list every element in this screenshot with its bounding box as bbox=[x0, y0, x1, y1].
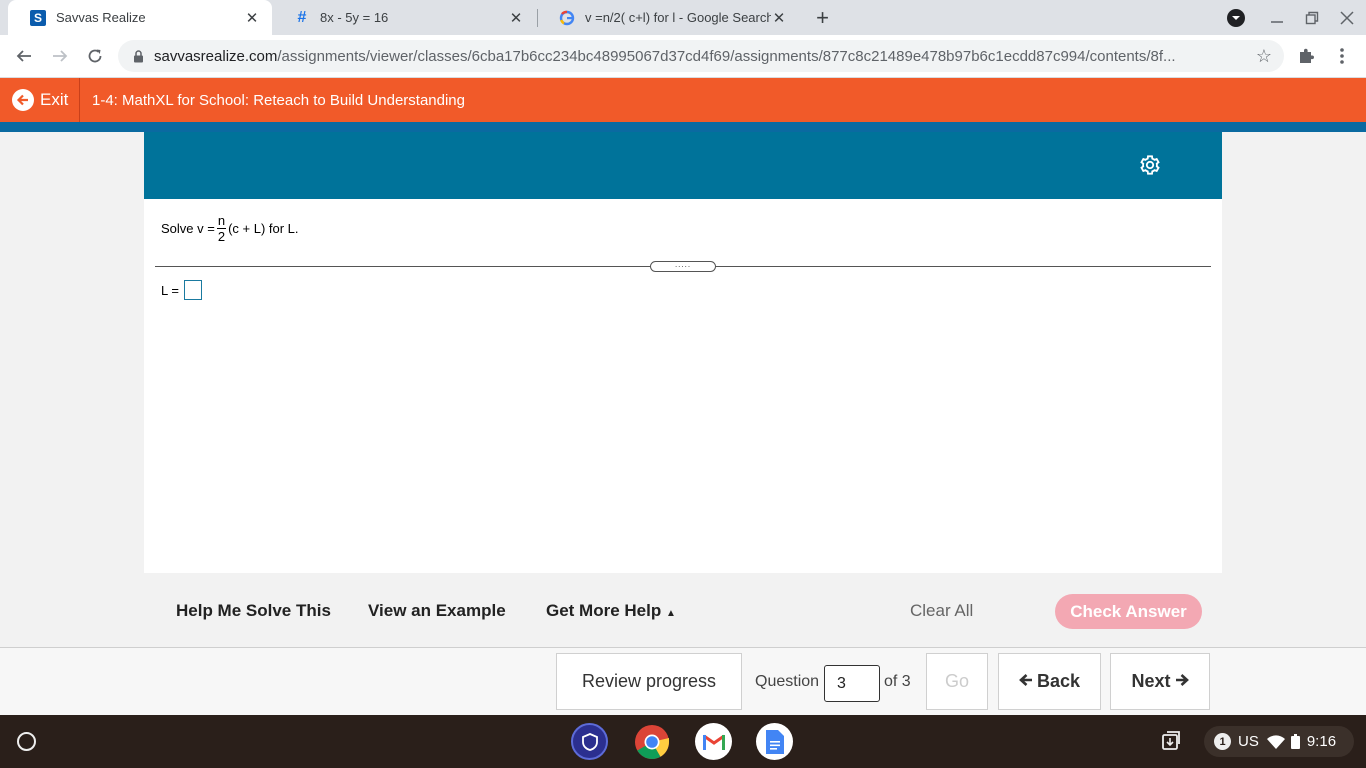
question-prefix: Solve v = bbox=[161, 221, 215, 236]
notification-count-badge: 1 bbox=[1214, 733, 1231, 750]
exit-arrow-icon bbox=[12, 89, 34, 111]
minimize-window-icon[interactable] bbox=[1260, 0, 1294, 35]
question-total-label: of 3 bbox=[884, 673, 911, 690]
browser-menu-kebab-icon[interactable] bbox=[1328, 42, 1356, 70]
os-shelf: 1 US 9:16 bbox=[0, 715, 1366, 768]
question-content: Solve v = n 2 (c + L) for L. ..... L = bbox=[144, 199, 1222, 573]
help-toolbar: Help Me Solve This View an Example Get M… bbox=[144, 573, 1222, 647]
tab-close-icon[interactable]: ✕ bbox=[244, 10, 260, 27]
answer-row: L = bbox=[161, 280, 202, 300]
question-text: Solve v = n 2 (c + L) for L. bbox=[161, 213, 299, 244]
header-accent-strip bbox=[0, 122, 1366, 132]
url-path: /assignments/viewer/classes/6cba17b6cc23… bbox=[277, 47, 1176, 65]
chrome-app-icon[interactable] bbox=[633, 723, 670, 760]
browser-tab-strip: S Savvas Realize ✕ # 8x - 5y = 16 ✕ v =n… bbox=[0, 0, 1366, 35]
tab-title: v =n/2( c+l) for l - Google Search bbox=[585, 10, 771, 25]
wifi-icon bbox=[1266, 734, 1285, 749]
profile-menu-icon[interactable] bbox=[1219, 0, 1253, 35]
answer-label: L = bbox=[161, 282, 179, 298]
next-button[interactable]: Next bbox=[1110, 653, 1210, 710]
back-label: Back bbox=[1036, 671, 1081, 691]
exit-button[interactable]: Exit bbox=[0, 78, 80, 122]
tab-savvas-realize[interactable]: S Savvas Realize ✕ bbox=[8, 0, 272, 35]
assignment-header-bar: Exit 1-4: MathXL for School: Reteach to … bbox=[0, 78, 1366, 122]
restore-window-icon[interactable] bbox=[1295, 0, 1329, 35]
get-more-help-button[interactable]: Get More Help ▲ bbox=[546, 601, 676, 621]
exit-label: Exit bbox=[40, 90, 69, 109]
bottom-navigation: Review progress Question of 3 Go Back Ne… bbox=[0, 647, 1366, 715]
extensions-puzzle-icon[interactable] bbox=[1292, 42, 1320, 70]
security-app-icon[interactable] bbox=[571, 723, 608, 760]
google-favicon-icon bbox=[559, 10, 575, 26]
tab-close-icon[interactable]: ✕ bbox=[771, 10, 787, 27]
question-suffix: (c + L) for L. bbox=[228, 221, 299, 236]
address-bar[interactable]: savvasrealize.com/assignments/viewer/cla… bbox=[118, 40, 1284, 72]
tab-title: Savvas Realize bbox=[56, 10, 146, 25]
lock-icon bbox=[132, 49, 144, 63]
fraction: n 2 bbox=[216, 213, 227, 244]
savvas-favicon-icon: S bbox=[30, 9, 46, 26]
settings-gear-icon[interactable] bbox=[1139, 154, 1161, 176]
close-window-icon[interactable] bbox=[1330, 0, 1364, 35]
clear-all-button[interactable]: Clear All bbox=[910, 601, 973, 621]
view-example-button[interactable]: View an Example bbox=[368, 601, 506, 621]
url-host: savvasrealize.com bbox=[154, 47, 278, 65]
bookmark-star-icon[interactable]: ☆ bbox=[1250, 46, 1278, 67]
back-arrow-icon[interactable] bbox=[10, 42, 38, 70]
back-button[interactable]: Back bbox=[998, 653, 1101, 710]
battery-icon bbox=[1290, 734, 1300, 749]
help-me-solve-button[interactable]: Help Me Solve This bbox=[176, 601, 331, 621]
tote-icon[interactable] bbox=[1160, 730, 1184, 754]
tab-close-icon[interactable]: ✕ bbox=[508, 10, 524, 27]
new-tab-plus-icon[interactable]: + bbox=[809, 4, 836, 31]
question-number-input[interactable] bbox=[824, 665, 880, 702]
assignment-title: 1-4: MathXL for School: Reteach to Build… bbox=[92, 91, 465, 109]
next-label: Next bbox=[1131, 671, 1171, 691]
clock-time: 9:16 bbox=[1306, 733, 1337, 750]
arrow-right-icon bbox=[1175, 671, 1189, 692]
gmail-app-icon[interactable] bbox=[695, 723, 732, 760]
check-answer-button[interactable]: Check Answer bbox=[1055, 594, 1202, 629]
reload-icon[interactable] bbox=[81, 42, 109, 70]
hashtag-favicon-icon: # bbox=[297, 8, 307, 26]
get-more-help-label: Get More Help bbox=[546, 601, 662, 620]
docs-app-icon[interactable] bbox=[756, 723, 793, 760]
launcher-icon[interactable] bbox=[17, 732, 36, 751]
tab-equation[interactable]: # 8x - 5y = 16 ✕ bbox=[272, 0, 536, 35]
resize-handle[interactable]: ..... bbox=[650, 261, 716, 272]
browser-toolbar: savvasrealize.com/assignments/viewer/cla… bbox=[0, 35, 1366, 78]
fraction-numerator: n bbox=[216, 213, 227, 229]
review-progress-button[interactable]: Review progress bbox=[556, 653, 742, 710]
caret-up-icon: ▲ bbox=[665, 608, 676, 619]
forward-arrow-icon[interactable] bbox=[46, 42, 74, 70]
status-tray[interactable]: 1 US 9:16 bbox=[1204, 726, 1354, 757]
tab-title: 8x - 5y = 16 bbox=[320, 10, 389, 25]
tab-google-search[interactable]: v =n/2( c+l) for l - Google Search ✕ bbox=[537, 0, 799, 35]
answer-input-box[interactable] bbox=[183, 280, 202, 300]
question-panel-header bbox=[144, 132, 1222, 199]
question-label: Question bbox=[755, 673, 820, 690]
arrow-left-icon bbox=[1019, 671, 1033, 692]
go-button[interactable]: Go bbox=[926, 653, 988, 710]
keyboard-layout: US bbox=[1238, 733, 1259, 750]
fraction-denominator: 2 bbox=[217, 229, 226, 244]
